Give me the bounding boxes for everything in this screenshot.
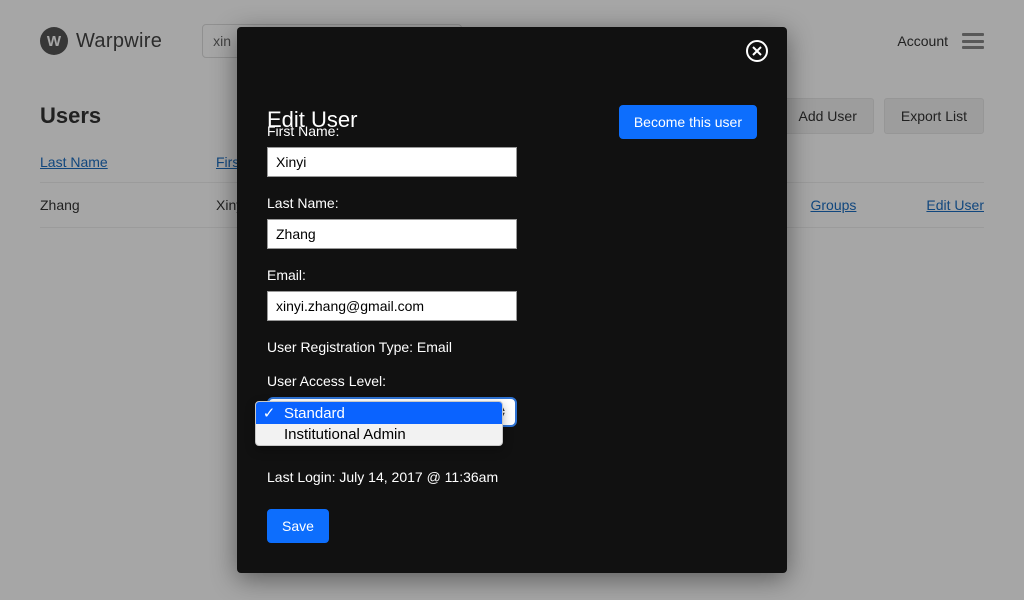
check-icon: ✓: [262, 404, 276, 422]
email-input[interactable]: [267, 291, 517, 321]
last-login-line: Last Login: July 14, 2017 @ 11:36am: [267, 469, 757, 485]
label-email: Email:: [267, 267, 757, 283]
modal-title: Edit User: [267, 107, 357, 133]
label-registration-type: User Registration Type:: [267, 339, 413, 355]
access-level-select[interactable]: ▲▼ ✓ Standard Institutional Admin: [267, 397, 517, 427]
first-name-input[interactable]: [267, 147, 517, 177]
become-this-user-button[interactable]: Become this user: [619, 105, 757, 139]
close-icon[interactable]: [745, 39, 769, 63]
label-last-login: Last Login:: [267, 469, 336, 485]
option-institutional-admin[interactable]: Institutional Admin: [256, 424, 502, 445]
label-access-level: User Access Level:: [267, 373, 757, 389]
edit-user-modal: Edit User Become this user First Name: L…: [237, 27, 787, 573]
last-name-input[interactable]: [267, 219, 517, 249]
label-last-name: Last Name:: [267, 195, 757, 211]
page-root: W Warpwire Account Users Add User Export…: [0, 0, 1024, 600]
save-button[interactable]: Save: [267, 509, 329, 543]
registration-type-value: Email: [417, 339, 452, 355]
option-standard-label: Standard: [284, 405, 345, 422]
option-admin-label: Institutional Admin: [284, 426, 406, 443]
option-standard[interactable]: ✓ Standard: [256, 402, 502, 424]
edit-user-form: First Name: Last Name: Email: User Regis…: [237, 123, 787, 543]
last-login-value: July 14, 2017 @ 11:36am: [339, 469, 498, 485]
registration-type-line: User Registration Type: Email: [267, 339, 757, 355]
access-level-dropdown: ✓ Standard Institutional Admin: [255, 401, 503, 446]
